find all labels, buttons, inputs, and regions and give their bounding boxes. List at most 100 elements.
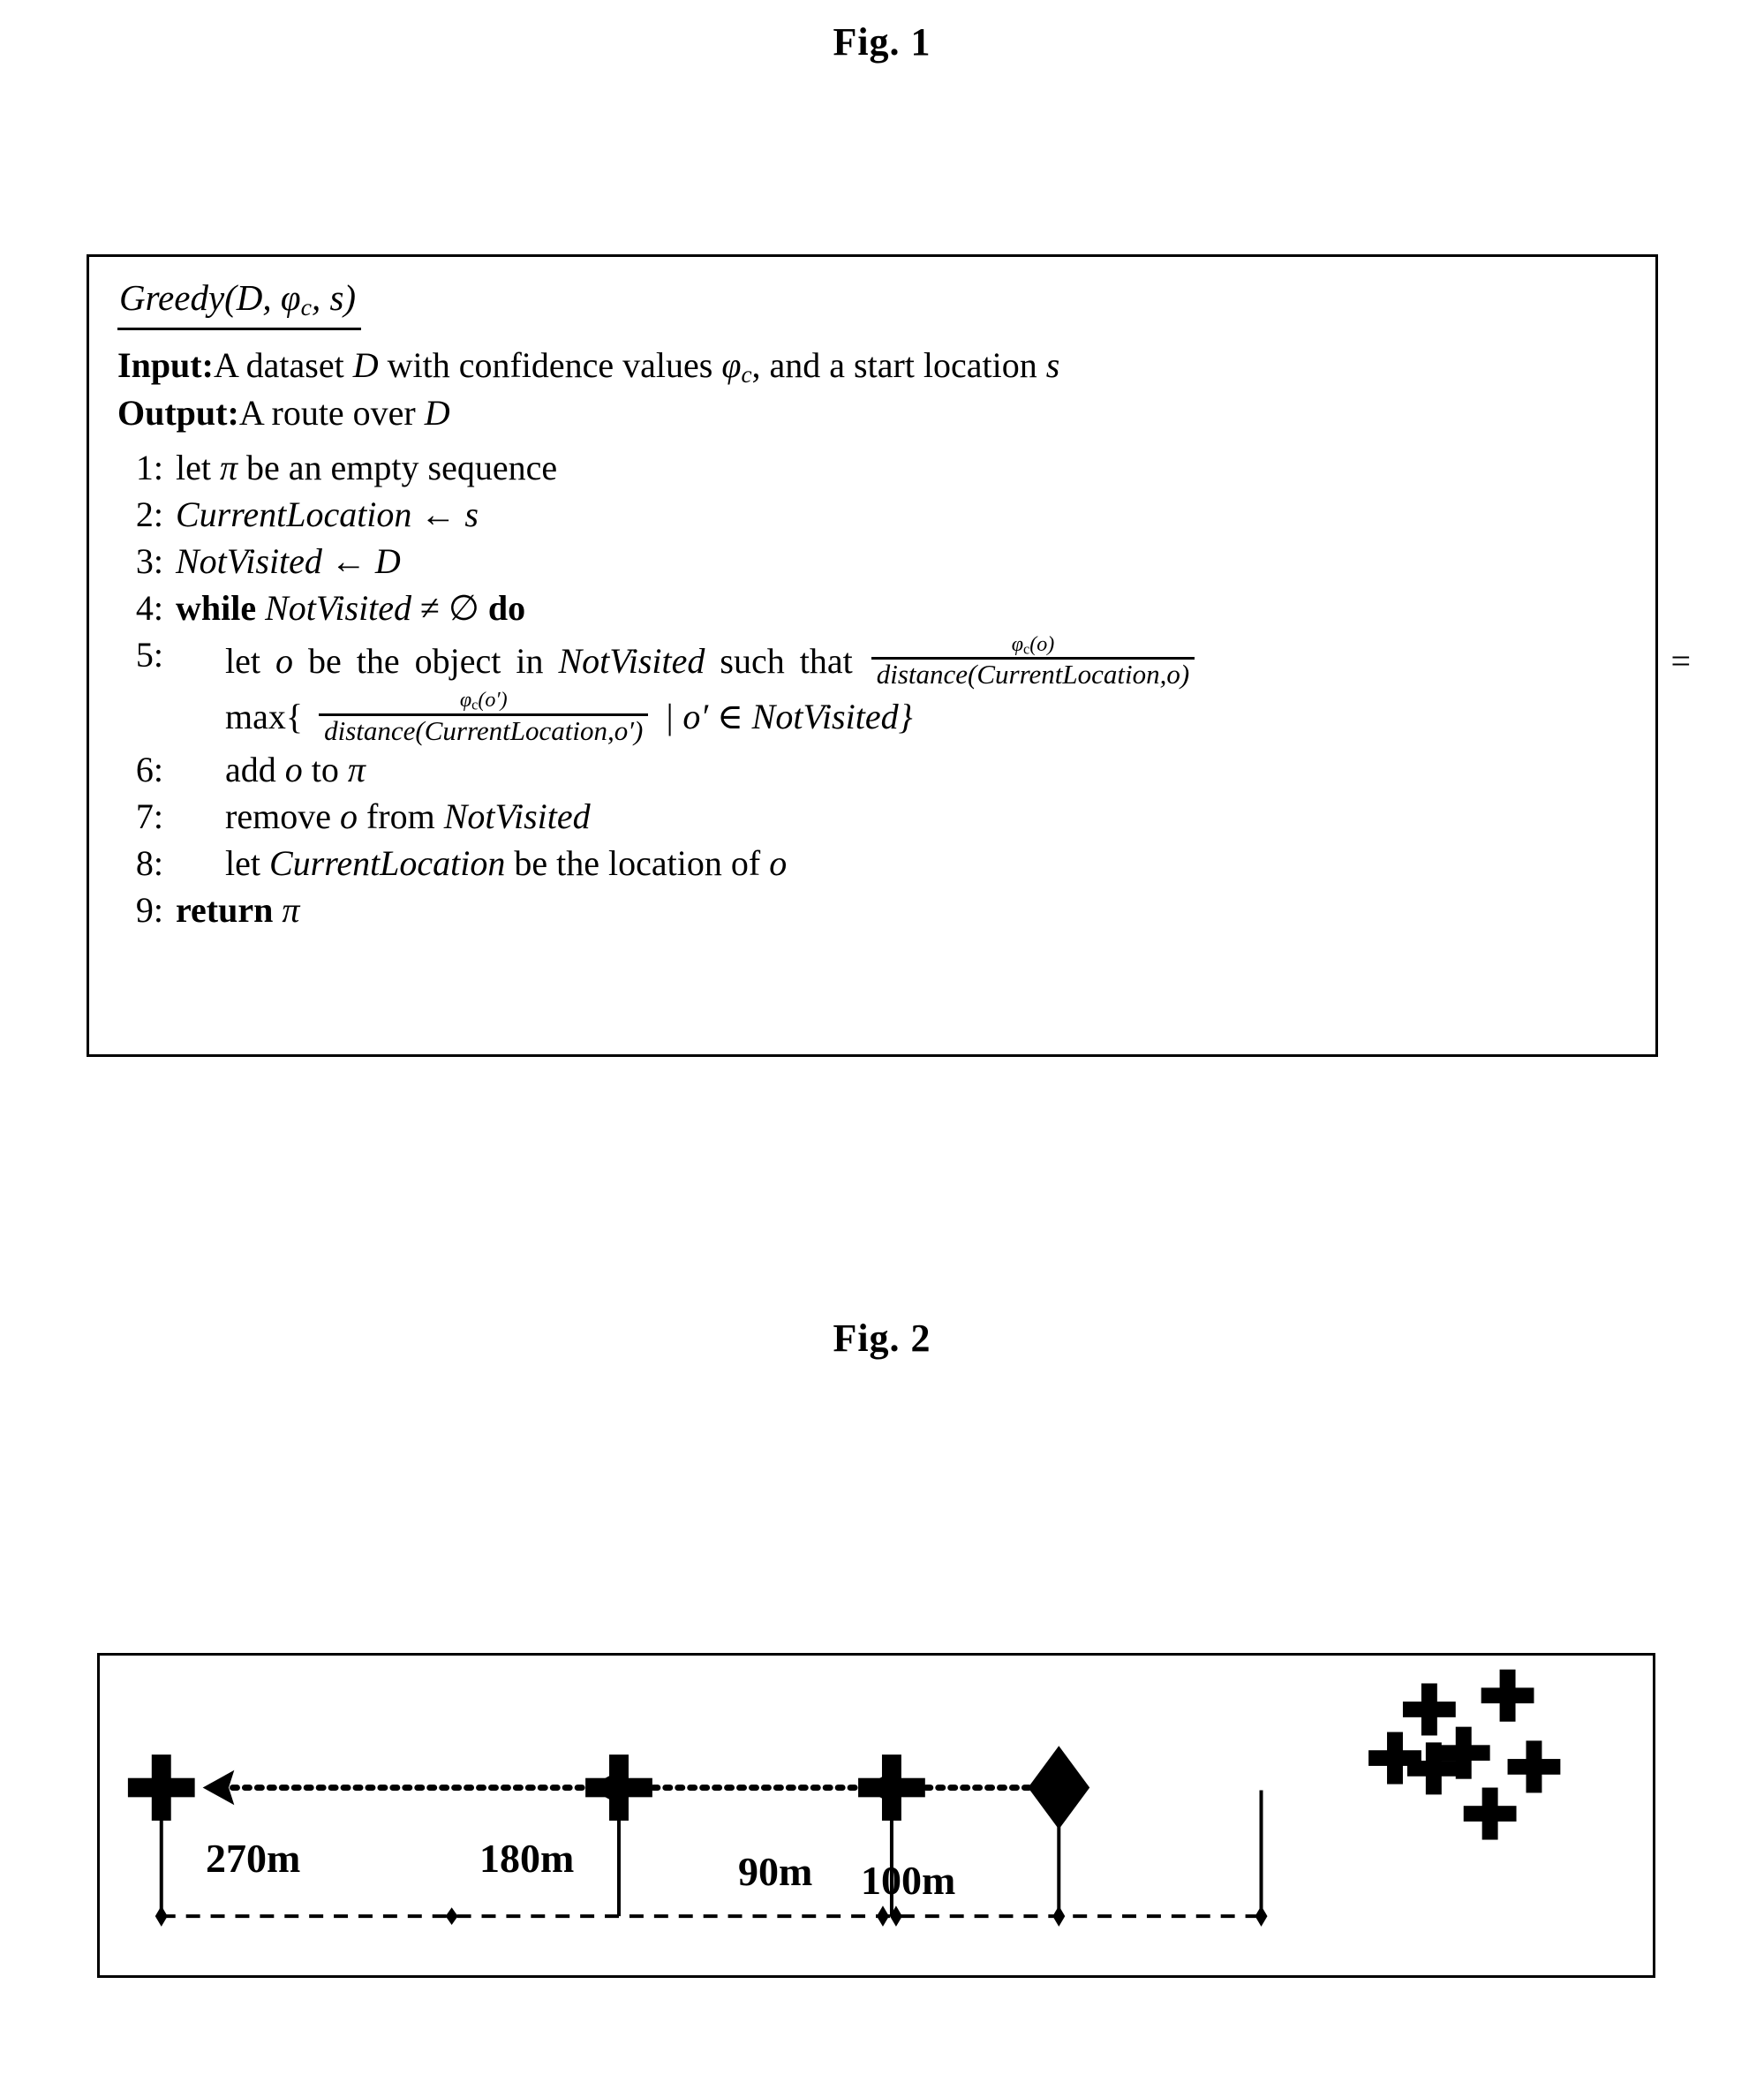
distance-label-100m: 100m xyxy=(861,1858,956,1903)
step-2-arrow-icon: ← xyxy=(420,494,456,535)
step-5-frac2-arg: (o′) xyxy=(478,688,508,712)
figure-1-caption: Fig. 1 xyxy=(833,20,931,64)
input-var-d: D xyxy=(352,345,379,386)
output-label: Output: xyxy=(117,393,239,434)
step-3-text: NotVisited ← D xyxy=(176,540,401,584)
input-var-phi: φ xyxy=(721,345,742,386)
step-9-number: 9: xyxy=(135,889,163,930)
step-4-not-equal-icon: ≠ xyxy=(420,587,440,628)
step-8-number: 8: xyxy=(135,842,163,883)
input-text-c: , and a start location xyxy=(751,345,1046,386)
step-1-pre: let xyxy=(176,448,220,488)
figure-2-caption: Fig. 2 xyxy=(833,1317,931,1360)
step-7-text: remove o from NotVisited xyxy=(176,796,591,839)
step-5-word-such: such xyxy=(720,640,785,681)
step-7-notvisited-var: NotVisited xyxy=(443,796,591,836)
cluster-cross-2 xyxy=(1481,1669,1534,1722)
input-label: Input: xyxy=(117,345,214,386)
cross-cluster xyxy=(1368,1669,1561,1840)
algorithm-steps: 1: let π be an empty sequence 2: Current… xyxy=(117,447,1691,932)
step-5-word-that: that xyxy=(799,640,853,681)
step-5-fraction-1-numerator: φc(o) xyxy=(1005,632,1062,658)
measurement-baseline xyxy=(155,1905,1268,1927)
step-7-object-var: o xyxy=(339,796,358,836)
marker-object-1-cross xyxy=(127,1754,195,1821)
step-9-pi-symbol: π xyxy=(282,889,300,930)
step-6-pi-symbol: π xyxy=(347,750,366,790)
step-4-keyword-while: while xyxy=(176,587,257,628)
step-2-variable: CurrentLocation xyxy=(176,494,412,535)
algorithm-output-line: Output:A route over D xyxy=(117,390,1638,436)
input-var-s: s xyxy=(1045,345,1060,386)
input-var-phi-subscript: c xyxy=(741,361,752,389)
algorithm-step-9: 9: return π xyxy=(117,889,1638,932)
step-6-object-var: o xyxy=(284,750,303,790)
output-text: A route over xyxy=(238,393,425,434)
step-3-arrow-icon: ← xyxy=(330,541,366,582)
step-4-variable: NotVisited xyxy=(265,587,412,628)
step-4-number: 4: xyxy=(135,587,163,628)
marker-object-3-cross xyxy=(858,1754,925,1821)
algorithm-step-3: 3: NotVisited ← D xyxy=(117,540,1638,584)
algorithm-title: Greedy(D, φc, s) xyxy=(117,276,362,331)
step-6-mid: to xyxy=(302,750,348,790)
step-5-word-let: let xyxy=(225,640,260,681)
step-5-word-be: be xyxy=(307,640,342,681)
figure-2-diagram-box: 270m 180m 90m 100m xyxy=(97,1653,1655,1978)
step-5-phrase: let o be the object in NotVisited such t… xyxy=(225,632,1198,690)
step-7-pre: remove xyxy=(225,796,340,836)
distance-label-270m: 270m xyxy=(206,1836,301,1881)
step-2-text: CurrentLocation ← s xyxy=(176,494,479,537)
step-5-row-2: max{ φc(o′) distance(CurrentLocation,o′)… xyxy=(225,688,1691,746)
figure-1-algorithm-box: Greedy(D, φc, s) Input:A dataset D with … xyxy=(87,254,1691,1057)
step-1-pi-symbol: π xyxy=(219,448,238,488)
route-schematic-svg xyxy=(127,1669,1561,1927)
algorithm-step-5: 5: let o be the object in NotVisited suc… xyxy=(117,633,1691,746)
step-5-notvisited-var: NotVisited xyxy=(558,640,705,681)
algorithm-title-name: Greedy xyxy=(119,277,225,318)
input-text-a: A dataset xyxy=(213,345,353,386)
input-text-b: with confidence values xyxy=(378,345,722,386)
step-6-text: add o to π xyxy=(176,749,366,792)
step-8-currentlocation-var: CurrentLocation xyxy=(268,842,506,883)
algorithm-title-tail: , s) xyxy=(311,277,357,318)
step-9-text: return π xyxy=(176,889,299,932)
algorithm-step-1: 1: let π be an empty sequence xyxy=(117,447,1638,490)
step-8-object-var: o xyxy=(769,842,788,883)
step-5-word-in: in xyxy=(516,640,544,681)
step-5-word-the: the xyxy=(356,640,400,681)
step-3-value: D xyxy=(374,541,401,582)
step-6-pre: add xyxy=(225,750,285,790)
route-arrow-270m xyxy=(202,1769,622,1806)
step-5-max-operator: max{ xyxy=(225,697,304,737)
step-4-text: while NotVisited ≠ ∅ do xyxy=(176,587,525,630)
algorithm-input-line: Input:A dataset D with confidence values… xyxy=(117,343,1638,390)
step-2-value: s xyxy=(464,494,479,535)
output-var-d: D xyxy=(424,393,450,434)
algorithm-step-4: 4: while NotVisited ≠ ∅ do xyxy=(117,587,1638,630)
step-5-equals-sign: = xyxy=(1670,640,1691,681)
distance-label-180m: 180m xyxy=(479,1836,575,1881)
step-5-frac1-arg: (o) xyxy=(1029,632,1055,656)
marker-object-2-cross xyxy=(585,1754,652,1821)
algorithm-step-8: 8: let CurrentLocation be the location o… xyxy=(117,842,1638,886)
step-3-number: 3: xyxy=(135,541,163,582)
cluster-cross-1 xyxy=(1402,1683,1456,1736)
cluster-cross-5 xyxy=(1507,1740,1561,1793)
step-5-fraction-1: φc(o) distance(CurrentLocation,o) xyxy=(871,632,1195,690)
step-5-row-1: let o be the object in NotVisited such t… xyxy=(225,632,1691,690)
step-5-fraction-2-denominator: distance(CurrentLocation,o′) xyxy=(324,714,644,746)
algorithm-step-6: 6: add o to π xyxy=(117,749,1638,792)
step-3-variable: NotVisited xyxy=(176,541,322,582)
step-5-frac2-phi: φ xyxy=(459,688,472,712)
step-8-pre: let xyxy=(225,842,269,883)
algorithm-step-7: 7: remove o from NotVisited xyxy=(117,796,1638,839)
step-5-object-var: o xyxy=(275,640,293,681)
step-7-mid: from xyxy=(357,796,444,836)
step-4-keyword-do: do xyxy=(487,587,526,628)
step-5-condition: | o′ ∈ NotVisited} xyxy=(664,697,913,737)
step-9-keyword-return: return xyxy=(176,889,274,930)
algorithm-title-subscript: c xyxy=(300,294,312,322)
step-5-frac1-phi: φ xyxy=(1011,632,1023,656)
step-6-number: 6: xyxy=(135,750,163,790)
